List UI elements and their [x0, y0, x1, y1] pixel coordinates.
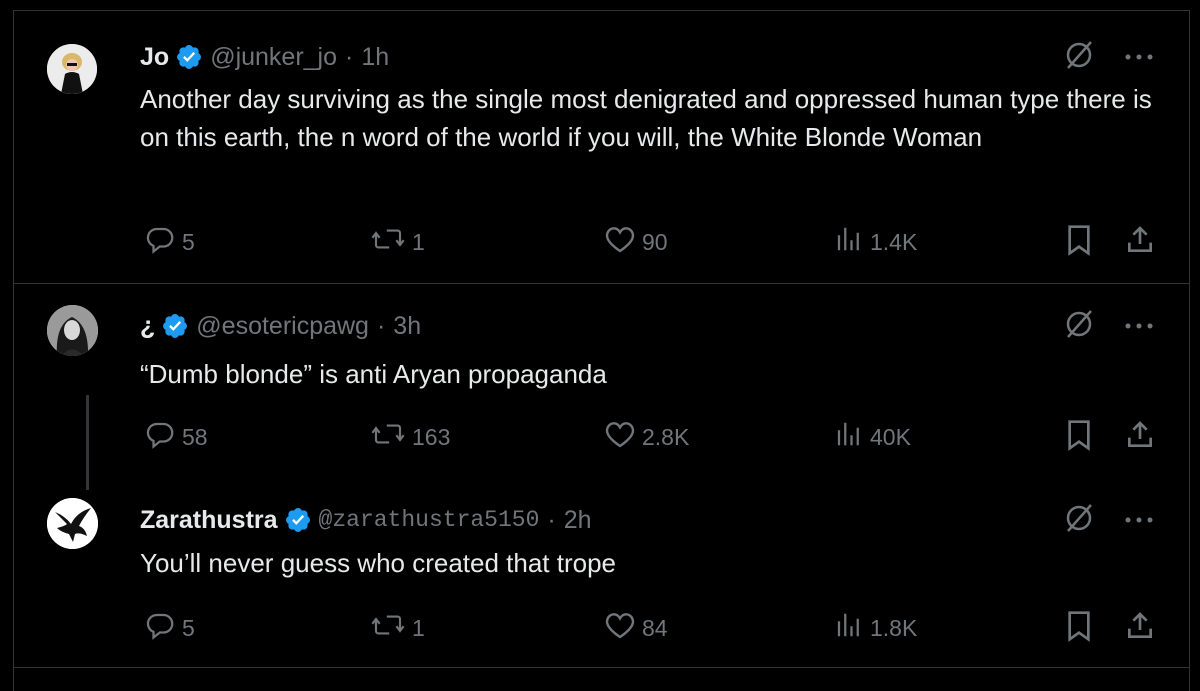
timestamp[interactable]: 1h — [361, 43, 389, 72]
share-icon — [1124, 419, 1162, 457]
views-icon — [834, 224, 870, 260]
reply-button[interactable]: 58 — [146, 419, 208, 455]
reply-icon — [146, 419, 182, 455]
more-icon[interactable] — [1124, 48, 1154, 66]
reply-count: 58 — [182, 423, 208, 450]
like-button[interactable]: 2.8K — [604, 419, 689, 455]
separator-dot: · — [376, 311, 386, 340]
views-button[interactable]: 1.4K — [834, 224, 917, 260]
verified-badge-icon — [284, 506, 312, 534]
handle[interactable]: @esotericpawg — [196, 312, 369, 341]
bookmark-button[interactable] — [1065, 610, 1099, 648]
tweet-divider — [13, 667, 1189, 668]
verified-badge-icon — [175, 43, 203, 71]
views-icon — [834, 610, 870, 646]
avatar[interactable] — [47, 305, 98, 356]
grok-icon[interactable] — [1062, 501, 1096, 540]
verified-badge-icon — [161, 312, 189, 340]
repost-icon — [370, 419, 412, 455]
avatar[interactable] — [47, 498, 98, 549]
more-icon[interactable] — [1124, 511, 1154, 529]
display-name[interactable]: ¿ — [140, 312, 155, 341]
repost-button[interactable]: 163 — [370, 419, 450, 455]
repost-icon — [370, 224, 412, 260]
like-icon — [604, 224, 642, 260]
views-button[interactable]: 40K — [834, 419, 911, 455]
bookmark-button[interactable] — [1065, 419, 1099, 457]
bookmark-icon — [1065, 610, 1099, 648]
share-button[interactable] — [1124, 610, 1162, 648]
like-icon — [604, 419, 642, 455]
like-count: 2.8K — [642, 423, 690, 450]
grok-icon[interactable] — [1062, 38, 1096, 77]
share-icon — [1124, 224, 1162, 262]
views-count: 1.8K — [870, 614, 918, 641]
views-count: 40K — [870, 423, 911, 450]
tweet-text: “Dumb blonde” is anti Aryan propaganda — [140, 359, 607, 389]
timestamp[interactable]: 3h — [393, 312, 421, 341]
views-button[interactable]: 1.8K — [834, 610, 917, 646]
repost-count: 1 — [412, 228, 425, 255]
reply-button[interactable]: 5 — [146, 610, 195, 646]
bookmark-icon — [1065, 419, 1099, 457]
repost-count: 163 — [412, 423, 451, 450]
share-icon — [1124, 610, 1162, 648]
reply-count: 5 — [182, 614, 195, 641]
repost-button[interactable]: 1 — [370, 610, 425, 646]
repost-button[interactable]: 1 — [370, 224, 425, 260]
display-name[interactable]: Jo — [140, 43, 169, 72]
display-name[interactable]: Zarathustra — [140, 506, 278, 535]
tweet-divider — [13, 283, 1189, 284]
grok-icon[interactable] — [1062, 307, 1096, 346]
like-count: 84 — [642, 614, 668, 641]
timestamp[interactable]: 2h — [564, 506, 592, 535]
handle[interactable]: @junker_jo — [210, 43, 337, 72]
bookmark-icon — [1065, 224, 1099, 262]
repost-count: 1 — [412, 614, 425, 641]
like-button[interactable]: 90 — [604, 224, 668, 260]
tweet-text: You’ll never guess who created that trop… — [140, 548, 617, 578]
views-count: 1.4K — [870, 228, 918, 255]
tweet-text: Another day surviving as the single most… — [140, 84, 1152, 152]
more-icon[interactable] — [1124, 317, 1154, 335]
like-icon — [604, 610, 642, 646]
reply-icon — [146, 224, 182, 260]
like-count: 90 — [642, 228, 668, 255]
handle[interactable]: @zarathustra5150 — [319, 507, 540, 533]
reply-icon — [146, 610, 182, 646]
reply-button[interactable]: 5 — [146, 224, 195, 260]
share-button[interactable] — [1124, 224, 1162, 262]
separator-dot: · — [345, 42, 354, 71]
bookmark-button[interactable] — [1065, 224, 1099, 262]
separator-dot: · — [547, 505, 556, 534]
views-icon — [834, 419, 870, 455]
like-button[interactable]: 84 — [604, 610, 668, 646]
avatar[interactable] — [47, 44, 97, 94]
share-button[interactable] — [1124, 419, 1162, 457]
reply-count: 5 — [182, 228, 195, 255]
repost-icon — [370, 610, 412, 646]
